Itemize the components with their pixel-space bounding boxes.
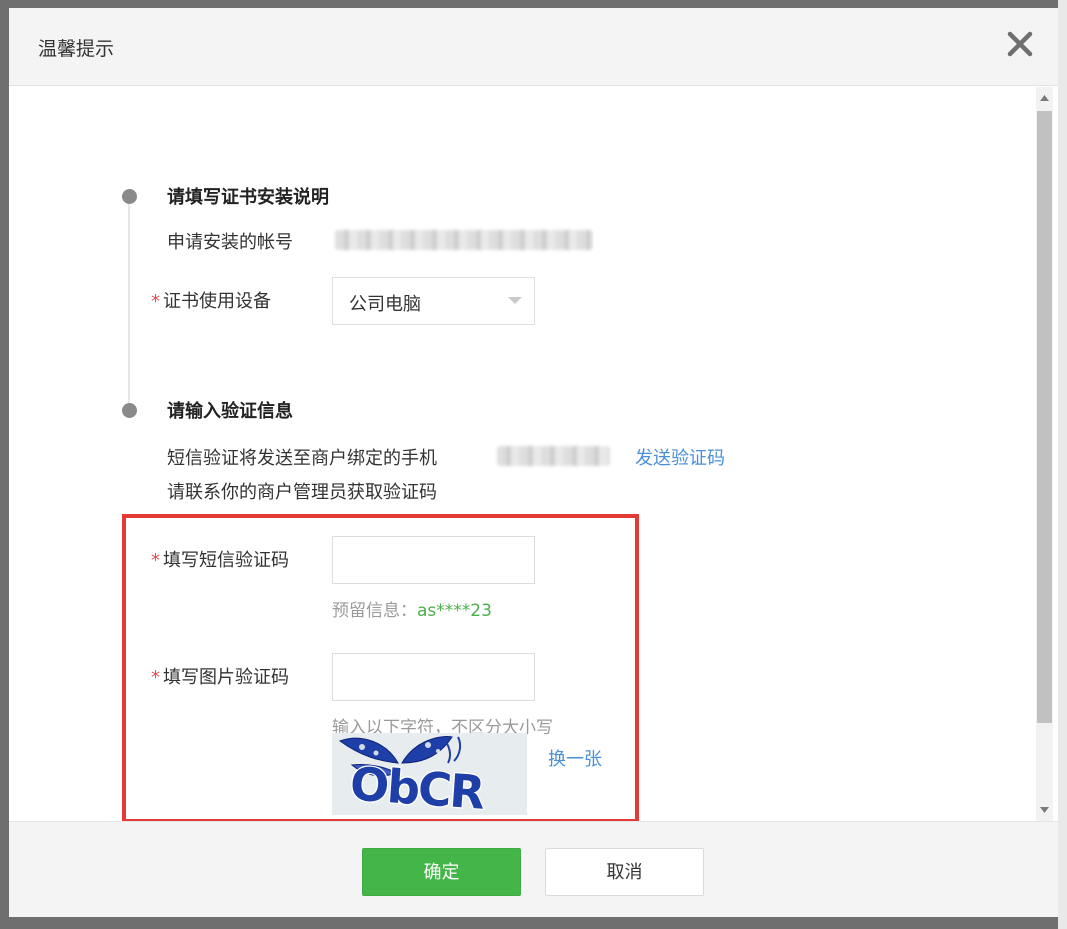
device-select-value: 公司电脑 — [349, 294, 421, 315]
required-mark: * — [151, 550, 160, 571]
required-mark: * — [151, 667, 160, 688]
sms-code-label-text: 填写短信验证码 — [163, 550, 289, 571]
scroll-thumb[interactable] — [1037, 111, 1052, 723]
caret-up-icon — [1040, 95, 1049, 101]
phone-number-redacted — [497, 446, 610, 466]
captcha-image[interactable]: ObCR — [332, 733, 527, 815]
cancel-button[interactable]: 取消 — [545, 848, 704, 896]
image-code-input[interactable] — [332, 653, 535, 701]
dialog-header: 温馨提示 — [9, 8, 1058, 86]
chevron-down-icon — [508, 297, 522, 304]
step2-title: 请输入验证信息 — [167, 401, 293, 422]
sms-code-field-label: * 填写短信验证码 — [151, 546, 289, 572]
dialog-body: 请填写证书安装说明 申请安装的帐号 * 证书使用设备 公司电脑 请输入验证信息 短… — [9, 87, 1058, 821]
sms-code-input[interactable] — [332, 536, 535, 584]
refresh-captcha-link[interactable]: 换一张 — [548, 745, 602, 771]
scroll-down-button[interactable] — [1036, 799, 1053, 821]
account-value-redacted — [335, 230, 593, 250]
image-code-field-label: * 填写图片验证码 — [151, 663, 289, 689]
image-code-label-text: 填写图片验证码 — [163, 667, 289, 688]
close-button[interactable] — [1002, 26, 1038, 62]
required-mark: * — [151, 291, 160, 312]
reserved-info-hint: 预留信息：as****23 — [332, 596, 492, 621]
reserved-info-prefix: 预留信息： — [332, 601, 417, 621]
caret-down-icon — [1040, 807, 1049, 813]
account-label: 申请安装的帐号 — [167, 232, 293, 253]
device-select[interactable]: 公司电脑 — [332, 277, 535, 325]
reserved-info-value: as****23 — [417, 601, 492, 621]
sms-notice: 短信验证将发送至商户绑定的手机 — [167, 448, 437, 469]
scroll-up-button[interactable] — [1036, 87, 1053, 109]
step2-dot — [122, 403, 137, 418]
contact-admin-notice: 请联系你的商户管理员获取验证码 — [167, 482, 437, 503]
backdrop-page-edge — [1058, 0, 1067, 929]
send-code-link[interactable]: 发送验证码 — [635, 444, 725, 470]
confirm-button[interactable]: 确定 — [362, 848, 521, 896]
close-icon — [1007, 31, 1033, 57]
steps-timeline — [128, 194, 130, 410]
captcha-graphic: ObCR — [338, 736, 488, 815]
body-scrollbar[interactable] — [1036, 87, 1053, 821]
device-field-label: * 证书使用设备 — [151, 287, 271, 313]
device-label-text: 证书使用设备 — [163, 291, 271, 312]
step1-dot — [122, 189, 137, 204]
dialog-footer: 确定 取消 — [9, 821, 1058, 917]
certificate-install-dialog: 温馨提示 请填写证书安装说明 申请安装的帐号 * 证书使用设备 公司电脑 请输入验… — [9, 8, 1058, 917]
step1-title: 请填写证书安装说明 — [167, 187, 329, 208]
captcha-text: ObCR — [348, 756, 486, 815]
dialog-title: 温馨提示 — [38, 38, 115, 60]
